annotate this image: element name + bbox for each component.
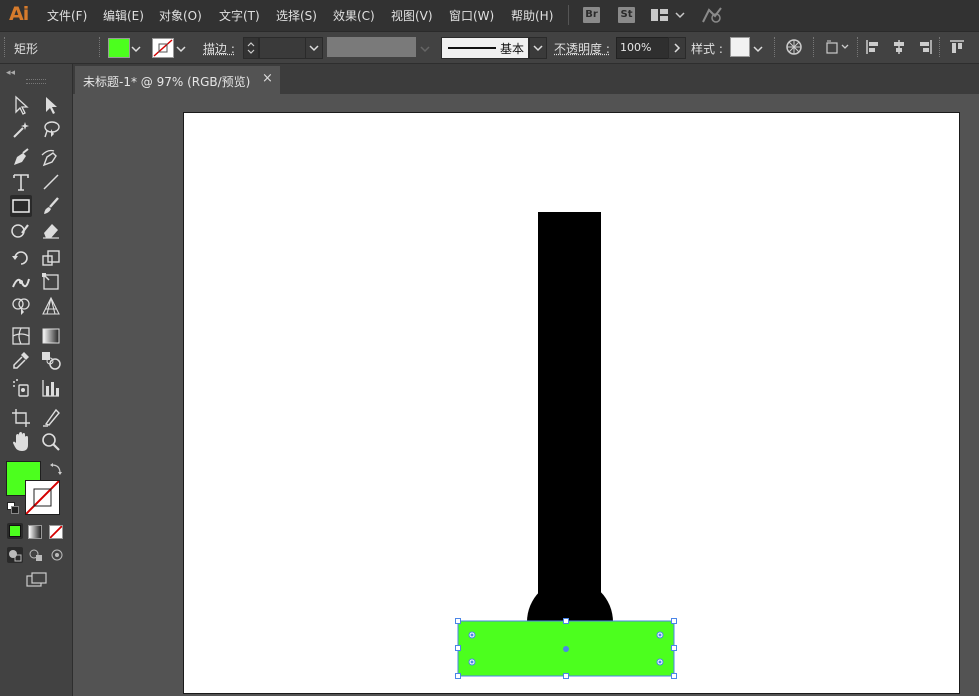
black-vertical-bar[interactable] <box>538 212 601 622</box>
center-point <box>563 646 569 652</box>
artwork-layer <box>455 212 677 679</box>
